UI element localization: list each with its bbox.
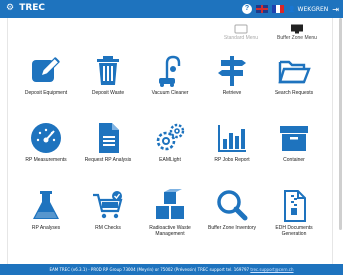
cart-check-icon xyxy=(93,191,123,219)
tile-deposit-waste[interactable]: Deposit Waste xyxy=(80,54,136,96)
standard-menu-label: Standard Menu xyxy=(223,35,259,41)
tile-label: EAMLight xyxy=(159,157,181,163)
tile-radioactive-waste-management[interactable]: Radioactive Waste Management xyxy=(142,189,198,237)
user-icon: 👤 xyxy=(288,5,296,13)
gear-icon: ⚙ xyxy=(6,3,15,13)
menu-switcher: Standard Menu Buffer Zone Menu xyxy=(216,24,322,41)
barchart-icon xyxy=(218,125,246,152)
brand-title: TREC xyxy=(19,3,46,13)
tile-rp-jobs-report[interactable]: RP Jobs Report xyxy=(204,121,260,163)
user-menu[interactable]: 👤 WEKGREN xyxy=(288,6,328,13)
tile-label: Buffer Zone Inventory xyxy=(208,225,256,231)
top-right-controls: ? 👤 WEKGREN ⇥ xyxy=(242,3,339,15)
help-icon[interactable]: ? xyxy=(242,4,253,14)
main-panel: Standard Menu Buffer Zone Menu Deposit E… xyxy=(7,18,333,264)
document-icon xyxy=(99,123,119,153)
tile-label: Search Requests xyxy=(274,90,314,96)
tile-label: Request RP Analysis xyxy=(84,157,132,163)
user-name: WEKGREN xyxy=(297,5,329,13)
footer-text: EAM TREC (v6.3.1) - PR0D RP Group 73004 … xyxy=(49,267,250,272)
flag-uk-icon[interactable] xyxy=(256,5,269,13)
tile-label: Deposit Equipment xyxy=(24,90,68,96)
vacuum-icon xyxy=(159,55,181,87)
tile-deposit-equipment[interactable]: Deposit Equipment xyxy=(18,54,74,96)
buffer-zone-menu-label: Buffer Zone Menu xyxy=(277,35,317,41)
tile-label: Radioactive Waste Management xyxy=(149,225,191,237)
scrollbar[interactable] xyxy=(339,18,342,230)
cubes-icon xyxy=(156,189,184,219)
brand[interactable]: ⚙ TREC xyxy=(6,3,45,13)
magnifier-icon xyxy=(217,190,248,221)
tile-edh-documents-generation[interactable]: EDH Documents Generation xyxy=(266,189,322,237)
tile-rm-checks[interactable]: RM Checks xyxy=(80,189,136,231)
folder-open-icon xyxy=(278,60,311,84)
tile-label: RM Checks xyxy=(95,225,121,231)
tile-label: Container xyxy=(283,157,305,163)
tile-label: Deposit Waste xyxy=(91,90,125,96)
tile-label: RP Analyses xyxy=(31,225,61,231)
top-bar: ⚙ TREC ? 👤 WEKGREN ⇥ xyxy=(0,0,343,18)
tile-vacuum-cleaner[interactable]: Vacuum Cleaner xyxy=(142,54,198,96)
tile-eamlight[interactable]: EAMLight xyxy=(142,121,198,163)
logout-icon[interactable]: ⇥ xyxy=(332,5,339,14)
monitor-icon xyxy=(291,24,303,34)
buffer-zone-menu-button[interactable]: Buffer Zone Menu xyxy=(272,24,322,41)
flask-icon xyxy=(33,191,59,219)
edit-icon xyxy=(32,57,60,82)
tile-label: EDH Documents Generation xyxy=(275,225,313,237)
tile-search-requests[interactable]: Search Requests xyxy=(266,54,322,96)
tile-label: Vacuum Cleaner xyxy=(151,90,189,96)
standard-menu-icon xyxy=(234,24,248,34)
tile-label: Retrieve xyxy=(222,90,242,96)
tile-label: RP Jobs Report xyxy=(214,157,250,163)
signpost-icon xyxy=(218,56,246,86)
tile-container[interactable]: Container xyxy=(266,121,322,163)
gears-icon xyxy=(156,123,185,151)
footer-bar: EAM TREC (v6.3.1) - PR0D RP Group 73004 … xyxy=(0,264,343,275)
support-email-link[interactable]: trec.support@cern.ch xyxy=(250,267,293,272)
tile-retrieve[interactable]: Retrieve xyxy=(204,54,260,96)
tile-label: RP Measurements xyxy=(25,157,67,163)
flag-fr-icon[interactable] xyxy=(272,5,285,13)
standard-menu-button[interactable]: Standard Menu xyxy=(216,24,266,41)
tile-rp-measurements[interactable]: RP Measurements xyxy=(18,121,74,163)
zip-file-icon xyxy=(284,190,306,222)
archive-box-icon xyxy=(280,126,308,151)
gauge-icon xyxy=(31,123,61,153)
tile-rp-analyses[interactable]: RP Analyses xyxy=(18,189,74,231)
tile-request-rp-analysis[interactable]: Request RP Analysis xyxy=(80,121,136,163)
tile-buffer-zone-inventory[interactable]: Buffer Zone Inventory xyxy=(204,189,260,231)
trash-icon xyxy=(97,56,119,85)
